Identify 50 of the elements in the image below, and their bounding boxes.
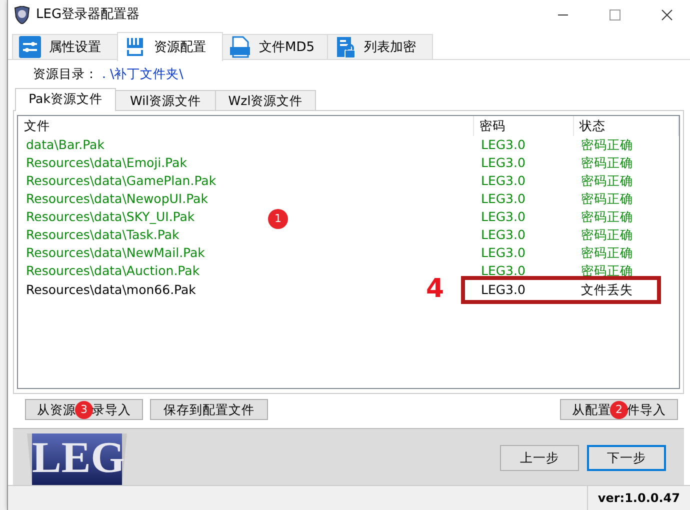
window-title: LEG登录器配置器 [36, 6, 140, 24]
table-cell: 密码正确 [581, 137, 633, 152]
table-cell: 密码正确 [581, 227, 633, 242]
column-header[interactable]: 文件 [18, 116, 473, 136]
annotation-badge: 1 [268, 209, 288, 230]
annotation-badge: 2 [610, 401, 628, 420]
tab[interactable]: 文件MD5 [222, 34, 328, 60]
tab[interactable]: Wzl资源文件 [215, 90, 316, 110]
table-cell: Resources\data\Task.Pak [26, 227, 180, 242]
table-cell: Resources\data\NewopUI.Pak [26, 191, 208, 206]
save-button[interactable]: 保存到配置文件 [150, 399, 268, 420]
table-cell: Resources\data\NewMail.Pak [26, 245, 205, 260]
tab[interactable]: 属性设置 [12, 34, 118, 60]
table-cell: 密码正确 [581, 173, 633, 188]
table-cell: Resources\data\Auction.Pak [26, 263, 200, 278]
table-cell: Resources\data\SKY_UI.Pak [26, 209, 195, 224]
table-cell: Resources\data\mon66.Pak [26, 282, 196, 298]
table-cell: LEG3.0 [481, 227, 526, 242]
table-cell: LEG3.0 [481, 245, 526, 260]
table-cell: LEG3.0 [481, 209, 526, 224]
table-cell: 密码正确 [581, 209, 633, 224]
column-header[interactable]: 状态 [573, 116, 678, 136]
table-cell: 密码正确 [581, 155, 633, 170]
annotation-badge: 3 [75, 401, 93, 420]
table-cell: 密码正确 [581, 245, 633, 260]
memory-card-icon [124, 36, 146, 58]
table-cell: Resources\data\Emoji.Pak [26, 155, 187, 170]
table-cell: LEG3.0 [481, 155, 526, 170]
table-cell: 文件丢失 [581, 282, 633, 298]
table-cell: 密码正确 [581, 263, 633, 278]
tab[interactable]: Wil资源文件 [115, 90, 216, 110]
table-cell: 密码正确 [581, 191, 633, 206]
table-cell: LEG3.0 [481, 173, 526, 188]
table-cell: Resources\data\GamePlan.Pak [26, 173, 216, 188]
tab[interactable]: Pak资源文件 [15, 88, 116, 112]
column-header[interactable]: 密码 [473, 116, 573, 136]
tab[interactable]: 列表加密 [327, 34, 433, 60]
shield-icon [14, 6, 30, 24]
table-cell: data\Bar.Pak [26, 137, 104, 152]
table-cell: LEG3.0 [481, 282, 526, 298]
table-cell: LEG3.0 [481, 137, 526, 152]
path-text: . \补丁文件夹\ [102, 65, 184, 84]
annotation-number: 4 [426, 276, 444, 302]
version-text: ver:1.0.0.47 [586, 486, 690, 510]
table-cell: LEG3.0 [481, 191, 526, 206]
table-cell: LEG3.0 [481, 263, 526, 278]
field-label: 资源目录： [33, 65, 98, 84]
nav-button[interactable]: 上一步 [500, 445, 579, 472]
tab[interactable]: 资源配置 [117, 32, 223, 62]
nav-button[interactable]: 下一步 [587, 445, 666, 472]
